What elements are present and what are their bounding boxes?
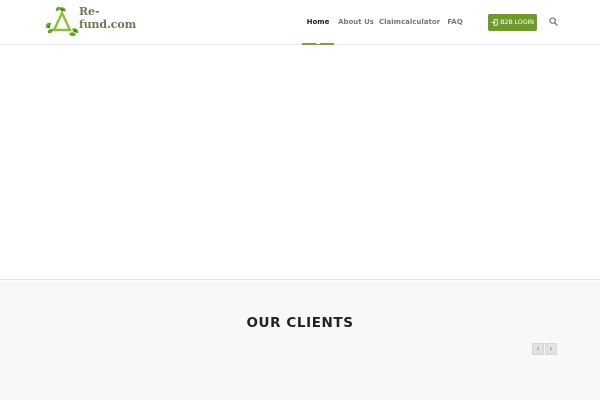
b2b-login-button[interactable]: B2B LOGIN — [488, 14, 537, 31]
clients-title: OUR CLIENTS — [246, 315, 354, 331]
site-logo[interactable]: Re-fund.com — [45, 5, 155, 38]
clients-prev-button[interactable]: ‹ — [532, 343, 544, 355]
recycle-leaf-icon — [45, 6, 79, 37]
search-icon[interactable] — [549, 17, 558, 26]
b2b-login-label: B2B LOGIN — [500, 18, 534, 26]
clients-next-button[interactable]: › — [545, 343, 557, 355]
nav-about-us[interactable]: About Us — [337, 0, 375, 45]
site-header: Re-fund.com Home About Us Claimcalculato… — [0, 0, 600, 45]
site-name: Re-fund.com — [79, 5, 137, 31]
hero-section — [0, 45, 600, 280]
nav-claimcalculator[interactable]: Claimcalculator — [379, 0, 440, 45]
sign-in-icon — [491, 19, 498, 26]
clients-section: OUR CLIENTS ‹ › — [0, 281, 600, 400]
nav-faq[interactable]: FAQ — [444, 0, 466, 45]
nav-home[interactable]: Home — [302, 0, 334, 45]
